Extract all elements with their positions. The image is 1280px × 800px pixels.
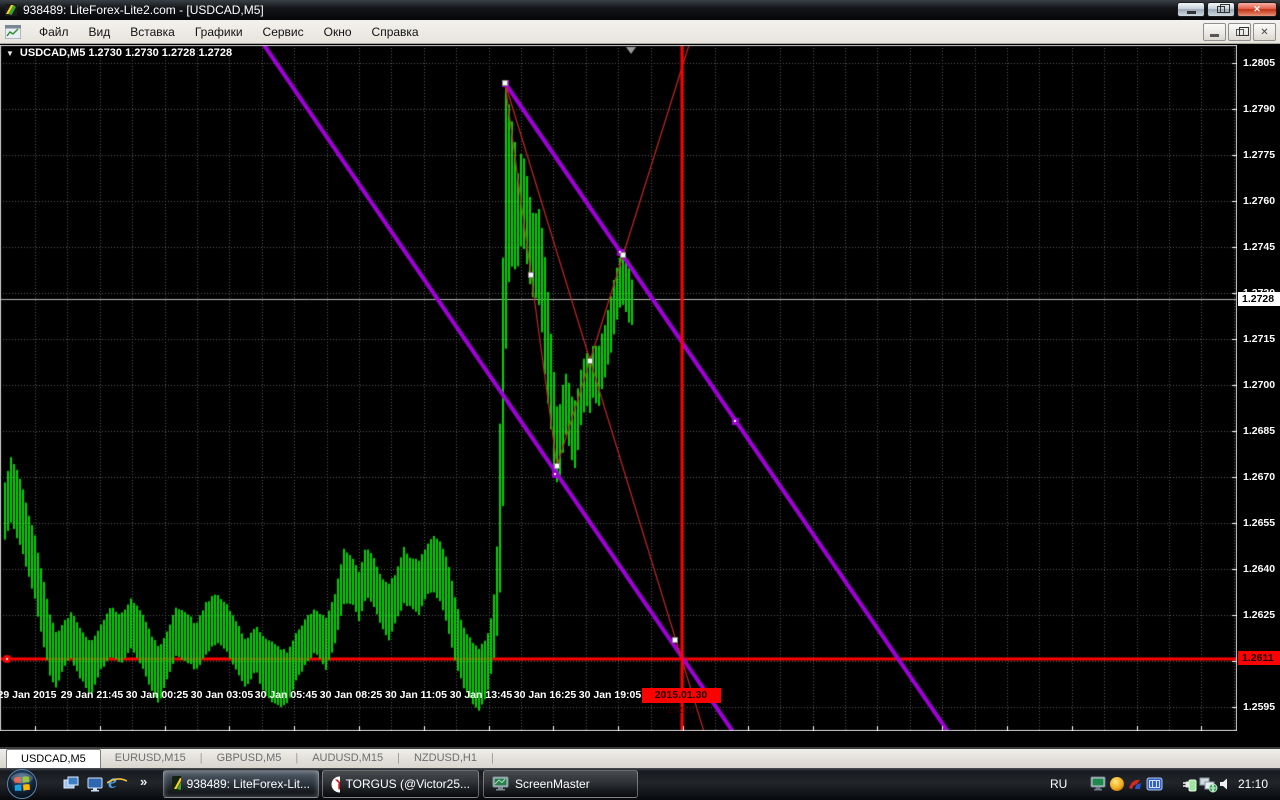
mt4-taskbar-icon	[172, 776, 181, 792]
tab-gbpusd-m5[interactable]: GBPUSD,M5	[203, 749, 296, 768]
taskbar-button-liteforex[interactable]: 938489: LiteForex-Lit...	[163, 770, 319, 798]
taskbar-button-label: ScreenMaster	[515, 777, 590, 791]
menu-bar: ФайлВидВставкаГрафикиСервисОкноСправка ✕	[0, 20, 1280, 44]
vline-time-box: 2015.01.30 23:15	[642, 688, 721, 703]
title-bar: 938489: LiteForex-Lite2.com - [USDCAD,M5…	[0, 0, 1280, 20]
price-axis-label: 1.2775	[1243, 149, 1280, 162]
chart-window-icon	[5, 25, 21, 39]
taskbar-clock[interactable]: 21:10	[1238, 777, 1268, 791]
menu-item-5[interactable]: Окно	[314, 22, 362, 42]
chart-ohlc-header: ▼ USDCAD,M5 1.2730 1.2730 1.2728 1.2728	[6, 47, 232, 59]
menu-item-1[interactable]: Вид	[79, 22, 121, 42]
price-chart-canvas[interactable]	[0, 45, 1237, 731]
power-battery-icon[interactable]	[1180, 776, 1197, 793]
menu-item-2[interactable]: Вставка	[120, 22, 185, 42]
torgus-icon	[331, 776, 340, 793]
start-button[interactable]	[6, 768, 38, 800]
price-axis-label: 1.2595	[1243, 701, 1280, 714]
tab-usdcad-m5[interactable]: USDCAD,M5	[6, 749, 101, 768]
child-restore-button[interactable]	[1228, 23, 1251, 41]
taskbar-button-label: 938489: LiteForex-Lit...	[187, 777, 310, 791]
price-axis-label: 1.2790	[1243, 103, 1280, 116]
alert-level-price-box: 1.2611	[1238, 651, 1280, 665]
menu-items: ФайлВидВставкаГрафикиСервисОкноСправка	[29, 22, 429, 42]
price-axis-label: 1.2745	[1243, 241, 1280, 254]
menu-item-0[interactable]: Файл	[29, 22, 79, 42]
taskbar-button-torgus[interactable]: TORGUS (@Victor25...	[322, 770, 479, 798]
language-indicator[interactable]: RU	[1050, 777, 1067, 791]
show-desktop-icon[interactable]	[86, 775, 104, 793]
price-axis-label: 1.2640	[1243, 563, 1280, 576]
child-minimize-button[interactable]	[1203, 23, 1226, 41]
screenmaster-icon	[492, 776, 509, 792]
restore-button[interactable]	[1207, 2, 1235, 17]
tray-blue-case-icon[interactable]	[1146, 776, 1163, 792]
child-minimize-icon	[1210, 34, 1219, 37]
window-title: 938489: LiteForex-Lite2.com - [USDCAD,M5…	[23, 3, 264, 17]
tray-red-blue-app-icon[interactable]	[1127, 776, 1144, 792]
screen: 938489: LiteForex-Lite2.com - [USDCAD,M5…	[0, 0, 1280, 800]
price-axis-label: 1.2685	[1243, 425, 1280, 438]
minimize-icon	[1187, 11, 1196, 14]
taskbar-overflow-chevron[interactable]: »	[140, 774, 147, 789]
time-axis-label: 30 Jan 19:05	[570, 689, 650, 701]
tab-audusd-m15[interactable]: AUDUSD,M15	[298, 749, 397, 768]
child-restore-icon	[1236, 29, 1244, 36]
menu-item-6[interactable]: Справка	[362, 22, 429, 42]
bid-price-box: 1.2728	[1238, 292, 1280, 306]
minimize-button[interactable]	[1177, 2, 1205, 17]
switch-windows-icon[interactable]	[62, 775, 80, 793]
chart-tab-bar: USDCAD,M5EURUSD,M15|GBPUSD,M5|AUDUSD,M15…	[0, 747, 1280, 768]
internet-explorer-icon[interactable]: e	[108, 771, 117, 794]
price-axis-label: 1.2805	[1243, 57, 1280, 70]
price-axis-label: 1.2670	[1243, 471, 1280, 484]
restore-icon	[1217, 6, 1225, 13]
menu-item-4[interactable]: Сервис	[253, 22, 314, 42]
price-axis-label: 1.2700	[1243, 379, 1280, 392]
chart-collapse-arrow[interactable]: ▼	[6, 49, 14, 58]
child-close-icon: ✕	[1260, 27, 1268, 38]
tab-eurusd-m15[interactable]: EURUSD,M15	[101, 749, 200, 768]
chart-ohlc-text: USDCAD,M5 1.2730 1.2730 1.2728 1.2728	[20, 47, 232, 59]
taskbar-button-label: TORGUS (@Victor25...	[346, 777, 470, 791]
price-axis-label: 1.2625	[1243, 609, 1280, 622]
network-icon[interactable]	[1199, 776, 1218, 793]
chart-window: ▼ USDCAD,M5 1.2730 1.2730 1.2728 1.2728	[0, 44, 1280, 747]
close-button[interactable]: ✕	[1237, 2, 1277, 17]
speaker-icon[interactable]	[1219, 776, 1233, 792]
tab-nzdusd-h1[interactable]: NZDUSD,H1	[400, 749, 491, 768]
taskbar-button-screenmaster[interactable]: ScreenMaster	[483, 770, 638, 798]
taskbar: e » 938489: LiteForex-Lit... TORGUS (@Vi…	[0, 768, 1280, 800]
price-axis-label: 1.2760	[1243, 195, 1280, 208]
tray-yellow-ball-icon[interactable]	[1109, 776, 1125, 792]
price-axis-label: 1.2715	[1243, 333, 1280, 346]
mt4-app-icon	[4, 3, 18, 17]
tab-separator: |	[491, 749, 494, 768]
menu-item-3[interactable]: Графики	[185, 22, 253, 42]
close-icon: ✕	[1253, 4, 1261, 15]
tray-screen-icon[interactable]	[1090, 776, 1107, 792]
price-axis-label: 1.2655	[1243, 517, 1280, 530]
child-close-button[interactable]: ✕	[1253, 23, 1276, 41]
